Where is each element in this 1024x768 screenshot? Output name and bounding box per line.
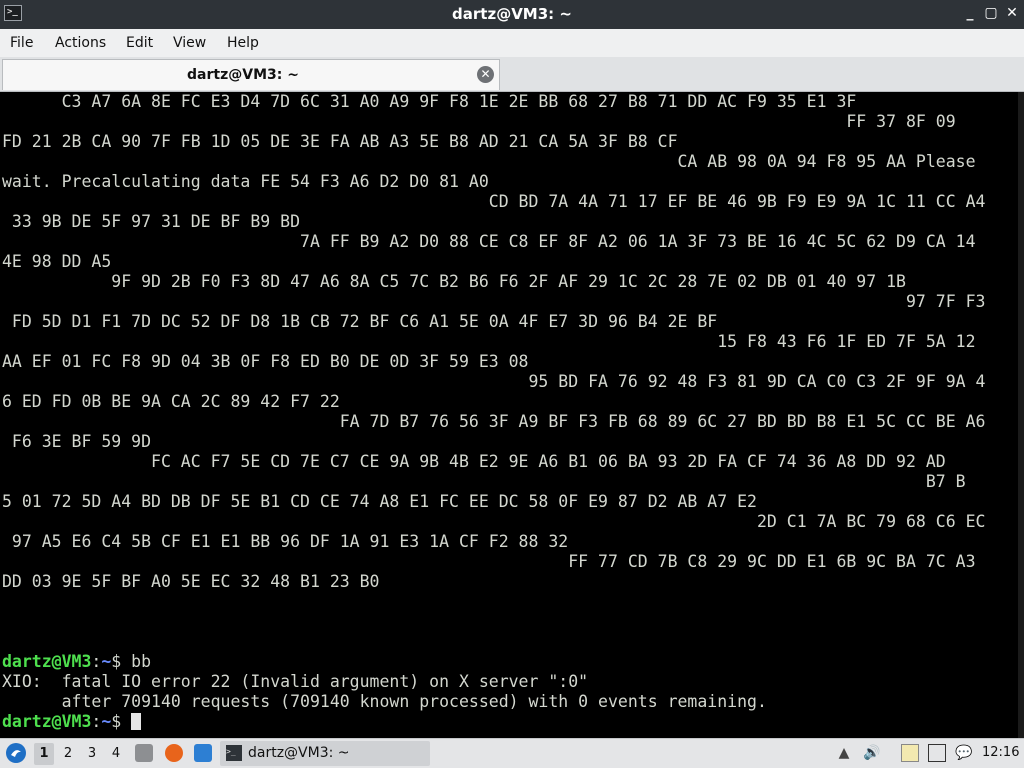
terminal-line: 6 ED FD 0B BE 9A CA 2C 89 42 F7 22 <box>2 392 340 411</box>
clock[interactable]: 12:16 <box>982 745 1019 760</box>
terminal-line: 97 A5 E6 C4 5B CF E1 E1 BB 96 DF 1A 91 E… <box>2 532 569 551</box>
desktop-2-button[interactable]: 2 <box>58 743 78 765</box>
terminal-line: 33 9B DE 5F 97 31 DE BF B9 BD <box>2 212 301 231</box>
desktop-4-button[interactable]: 4 <box>106 743 126 765</box>
menu-edit[interactable]: Edit <box>126 35 153 51</box>
terminal-line: 7A FF B9 A2 D0 88 CE C8 EF 8F A2 06 1A 3… <box>2 232 976 251</box>
terminal-line: FF 37 8F 09 <box>2 112 956 131</box>
prompt-separator: : <box>91 712 102 731</box>
tab-bar: dartz@VM3: ~ ✕ <box>0 57 1024 92</box>
terminal-line: DD 03 9E 5F BF A0 5E EC 32 48 B1 23 B0 <box>2 572 380 591</box>
terminal-line: 4E 98 DD A5 <box>2 252 112 271</box>
prompt-user: dartz@VM3 <box>2 712 92 731</box>
terminal-line: AA EF 01 FC F8 9D 04 3B 0F F8 ED B0 DE 0… <box>2 352 529 371</box>
maximize-button[interactable]: ▢ <box>983 4 999 22</box>
prompt-separator: : <box>91 652 102 671</box>
active-prompt-line[interactable]: dartz@VM3:~$ <box>2 712 142 732</box>
menu-help[interactable]: Help <box>227 35 259 51</box>
start-menu-icon[interactable] <box>6 743 26 763</box>
terminal-line: 97 7F F3 <box>2 292 986 311</box>
taskbar: 1 2 3 4 >_ dartz@VM3: ~ ▲ 🔊 💬 12:16 <box>0 738 1024 768</box>
desktop-3-button[interactable]: 3 <box>82 743 102 765</box>
error-line: XIO: fatal IO error 22 (Invalid argument… <box>2 672 589 691</box>
command-prompt-line: dartz@VM3:~$ bb <box>2 652 151 672</box>
terminal-line: wait. Precalculating data FE 54 F3 A6 D2… <box>2 172 489 191</box>
close-window-button[interactable]: ✕ <box>1004 4 1020 22</box>
terminal-icon: >_ <box>226 745 242 761</box>
terminal-line: C3 A7 6A 8E FC E3 D4 7D 6C 31 A0 A9 9F F… <box>2 92 857 111</box>
error-line: after 709140 requests (709140 known proc… <box>2 692 767 711</box>
terminal-scrollbar[interactable] <box>1018 92 1024 738</box>
prompt-user: dartz@VM3 <box>2 652 92 671</box>
minimize-button[interactable]: _ <box>962 4 978 22</box>
terminal-line: 15 F8 43 F6 1F ED 7F 5A 12 <box>2 332 976 351</box>
task-label: dartz@VM3: ~ <box>248 745 350 761</box>
file-manager-icon[interactable] <box>135 744 153 762</box>
prompt-dollar: $ <box>111 652 132 671</box>
volume-icon[interactable]: 🔊 <box>863 744 881 762</box>
prompt-path: ~ <box>101 652 112 671</box>
prompt-path: ~ <box>101 712 112 731</box>
terminal-line: CD BD 7A 4A 71 17 EF BE 46 9B F9 E9 9A 1… <box>2 192 986 211</box>
taskbar-terminal-button[interactable]: >_ dartz@VM3: ~ <box>220 741 430 766</box>
terminal-line: FA 7D B7 76 56 3F A9 BF F3 FB 68 89 6C 2… <box>2 412 986 431</box>
terminal-line: FD 21 2B CA 90 7F FB 1D 05 DE 3E FA AB A… <box>2 132 678 151</box>
terminal-line: CA AB 98 0A 94 F8 95 AA Please <box>2 152 976 171</box>
terminal-line: 5 01 72 5D A4 BD DB DF 5E B1 CD CE 74 A8… <box>2 492 757 511</box>
menu-bar: File Actions Edit View Help <box>0 29 1024 57</box>
terminal-line: F6 3E BF 59 9D <box>2 432 152 451</box>
terminal-output[interactable]: C3 A7 6A 8E FC E3 D4 7D 6C 31 A0 A9 9F F… <box>0 92 1018 738</box>
network-icon[interactable] <box>928 744 946 762</box>
notification-icon[interactable]: 💬 <box>955 744 973 762</box>
menu-view[interactable]: View <box>173 35 206 51</box>
firefox-icon[interactable] <box>165 744 183 762</box>
menu-file[interactable]: File <box>10 35 33 51</box>
tray-app-icon[interactable]: ▲ <box>835 744 853 762</box>
command-text: bb <box>131 652 152 671</box>
tab-label: dartz@VM3: ~ <box>187 67 299 83</box>
terminal-line: 9F 9D 2B F0 F3 8D 47 A6 8A C5 7C B2 B6 F… <box>2 272 906 291</box>
prompt-dollar: $ <box>111 712 132 731</box>
window-title: dartz@VM3: ~ <box>452 5 572 23</box>
desktop-1-button[interactable]: 1 <box>34 743 54 765</box>
terminal-line: FC AC F7 5E CD 7E C7 CE 9A 9B 4B E2 9E A… <box>2 452 946 471</box>
terminal-tab[interactable]: dartz@VM3: ~ ✕ <box>2 59 500 90</box>
terminal-line: FF 77 CD 7B C8 29 9C DD E1 6B 9C BA 7C A… <box>2 552 976 571</box>
terminal-line: 95 BD FA 76 92 48 F3 81 9D CA C0 C3 2F 9… <box>2 372 986 391</box>
window-titlebar[interactable]: >_ dartz@VM3: ~ _ ▢ ✕ <box>0 0 1024 29</box>
menu-actions[interactable]: Actions <box>55 35 106 51</box>
clipboard-icon[interactable] <box>901 744 919 762</box>
terminal-line: B7 B <box>2 472 966 491</box>
terminal-line: FD 5D D1 F1 7D DC 52 DF D8 1B CB 72 BF C… <box>2 312 718 331</box>
text-cursor <box>131 713 142 730</box>
desktop-icon[interactable] <box>194 744 212 762</box>
tab-close-icon[interactable]: ✕ <box>477 66 494 83</box>
terminal-line: 2D C1 7A BC 79 68 C6 EC <box>2 512 986 531</box>
